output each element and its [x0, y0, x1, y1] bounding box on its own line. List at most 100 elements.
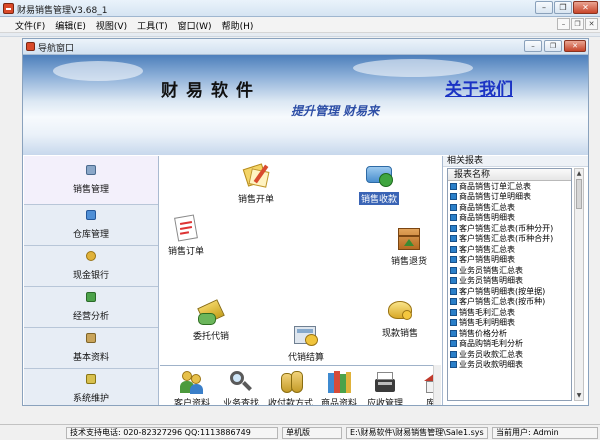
report-row[interactable]: 客户销售汇总表(币种合并) [448, 234, 571, 245]
minimize-button[interactable]: – [535, 1, 553, 14]
report-name: 商品销售订单明细表 [459, 192, 531, 202]
sales-receipt-icon [364, 162, 394, 190]
sales-invoice-icon [241, 162, 271, 190]
restore-button[interactable]: ❐ [554, 1, 572, 14]
about-us-link[interactable]: 关于我们 [445, 75, 513, 100]
nav-sales-management[interactable]: 销售管理 [24, 156, 158, 205]
sales-return-shortcut[interactable]: 销售退货 [391, 224, 427, 267]
product-data-shortcut[interactable]: 商品资料 [321, 369, 357, 405]
reports-scrollbar[interactable]: ▲ ▼ [574, 168, 584, 401]
report-name: 客户销售汇总表(按币种) [459, 297, 546, 307]
business-search-shortcut[interactable]: 业务查找 [223, 369, 259, 405]
cash-icon [86, 251, 96, 261]
menu-tools[interactable]: 工具(T) [137, 19, 168, 32]
nav-basic-data[interactable]: 基本资料 [24, 328, 158, 369]
consignment-shortcut[interactable]: 委托代销 [193, 299, 229, 342]
report-row[interactable]: 业务员销售汇总表 [448, 265, 571, 276]
nav-label: 经营分析 [72, 312, 109, 322]
report-row[interactable]: 客户销售明细表(按单据) [448, 286, 571, 297]
close-button[interactable]: ✕ [573, 1, 598, 14]
receivable-management-shortcut[interactable]: 应收管理 [367, 369, 403, 405]
report-row[interactable]: 商品销售明细表 [448, 213, 571, 224]
nav-business-analysis[interactable]: 经营分析 [24, 287, 158, 328]
report-row[interactable]: 客户销售汇总表(按币种) [448, 297, 571, 308]
navigation-window: 导航窗口 – ❐ ✕ 财易软件 提升管理 财易来 关于我们 销售管理 仓库管理 … [22, 38, 589, 410]
report-icon [450, 340, 457, 348]
nav-label: 销售管理 [72, 185, 109, 195]
payment-method-shortcut[interactable]: 收付款方式 [268, 369, 313, 405]
data-icon [86, 333, 96, 343]
report-name: 客户销售汇总表 [459, 244, 515, 254]
nav-cash-bank[interactable]: 现金银行 [24, 246, 158, 287]
scroll-up-icon[interactable]: ▲ [576, 170, 582, 177]
consignment-settle-shortcut[interactable]: 代销结算 [288, 320, 324, 363]
report-row[interactable]: 客户销售汇总表 [448, 244, 571, 255]
report-row[interactable]: 销售毛利汇总表 [448, 307, 571, 318]
banner: 财易软件 提升管理 财易来 关于我们 [23, 55, 588, 155]
reports-column-header[interactable]: 报表名称 [448, 169, 571, 181]
nav-label: 基本资料 [72, 353, 109, 363]
report-icon [450, 287, 457, 295]
mdi-close-button[interactable]: ✕ [585, 18, 598, 30]
app-title: 财易销售管理V3.68_1 [17, 6, 108, 16]
edition-mode: 单机版 [282, 427, 342, 439]
report-row[interactable]: 销售毛利明细表 [448, 318, 571, 329]
scroll-thumb[interactable] [576, 179, 582, 209]
icon-label: 销售订单 [168, 247, 205, 257]
menu-help[interactable]: 帮助(H) [222, 19, 254, 32]
icon-label: 代销结算 [288, 353, 325, 363]
report-row[interactable]: 商品购销毛利分析 [448, 339, 571, 350]
chart-icon [86, 292, 96, 302]
warehouse-icon [86, 210, 96, 220]
report-row[interactable]: 业务员收款明细表 [448, 360, 571, 371]
cash-sale-shortcut[interactable]: 现款销售 [382, 296, 418, 339]
reports-title: 相关报表 [443, 156, 588, 167]
report-row[interactable]: 商品销售汇总表 [448, 202, 571, 213]
current-user: 当前用户: Admin [492, 427, 598, 439]
child-close-button[interactable]: ✕ [564, 40, 586, 52]
support-phone: 技术支持电话: 020-82327296 QQ:1113886749 [66, 427, 278, 439]
report-icon [450, 235, 457, 243]
mdi-minimize-button[interactable]: – [557, 18, 570, 30]
nav-warehouse-management[interactable]: 仓库管理 [24, 205, 158, 246]
report-row[interactable]: 客户销售汇总表(币种分开) [448, 223, 571, 234]
customer-icon [179, 369, 205, 395]
report-name: 业务员销售汇总表 [459, 265, 523, 275]
sales-order-shortcut[interactable]: 销售订单 [168, 214, 204, 257]
scroll-down-icon[interactable]: ▼ [576, 392, 582, 399]
report-icon [450, 224, 457, 232]
toolbar-strip [0, 33, 600, 37]
menu-window[interactable]: 窗口(W) [178, 19, 212, 32]
shortcut-label: 商品资料 [321, 399, 358, 405]
child-minimize-button[interactable]: – [524, 40, 542, 52]
customer-data-shortcut[interactable]: 客户资料 [174, 369, 210, 405]
report-icon [450, 277, 457, 285]
shortcut-scrollbar[interactable] [433, 365, 441, 405]
report-name: 业务员收款明细表 [459, 360, 523, 370]
cash-sale-icon [385, 296, 415, 324]
report-row[interactable]: 商品销售订单明细表 [448, 192, 571, 203]
report-icon [450, 214, 457, 222]
report-row[interactable]: 销售价格分析 [448, 328, 571, 339]
sales-receipt-shortcut[interactable]: 销售收款 [359, 162, 400, 205]
sales-invoice-shortcut[interactable]: 销售开单 [238, 162, 274, 205]
nav-system-maintenance[interactable]: 系统维护 [24, 369, 158, 410]
report-name: 业务员收款汇总表 [459, 349, 523, 359]
menu-view[interactable]: 视图(V) [96, 19, 127, 32]
icon-label: 销售收款 [359, 192, 400, 205]
report-icon [450, 203, 457, 211]
report-row[interactable]: 业务员销售明细表 [448, 276, 571, 287]
consignment-settle-icon [291, 320, 321, 348]
report-name: 客户销售明细表(按单据) [459, 286, 546, 296]
report-icon [450, 308, 457, 316]
report-icon [450, 319, 457, 327]
sales-order-icon [171, 214, 201, 242]
report-row[interactable]: 业务员收款汇总表 [448, 349, 571, 360]
mdi-restore-button[interactable]: ❐ [571, 18, 584, 30]
child-restore-button[interactable]: ❐ [544, 40, 562, 52]
report-name: 客户销售汇总表(币种分开) [459, 223, 554, 233]
menu-edit[interactable]: 编辑(E) [55, 19, 86, 32]
report-row[interactable]: 商品销售订单汇总表 [448, 181, 571, 192]
report-row[interactable]: 客户销售明细表 [448, 255, 571, 266]
menu-file[interactable]: 文件(F) [15, 19, 45, 32]
